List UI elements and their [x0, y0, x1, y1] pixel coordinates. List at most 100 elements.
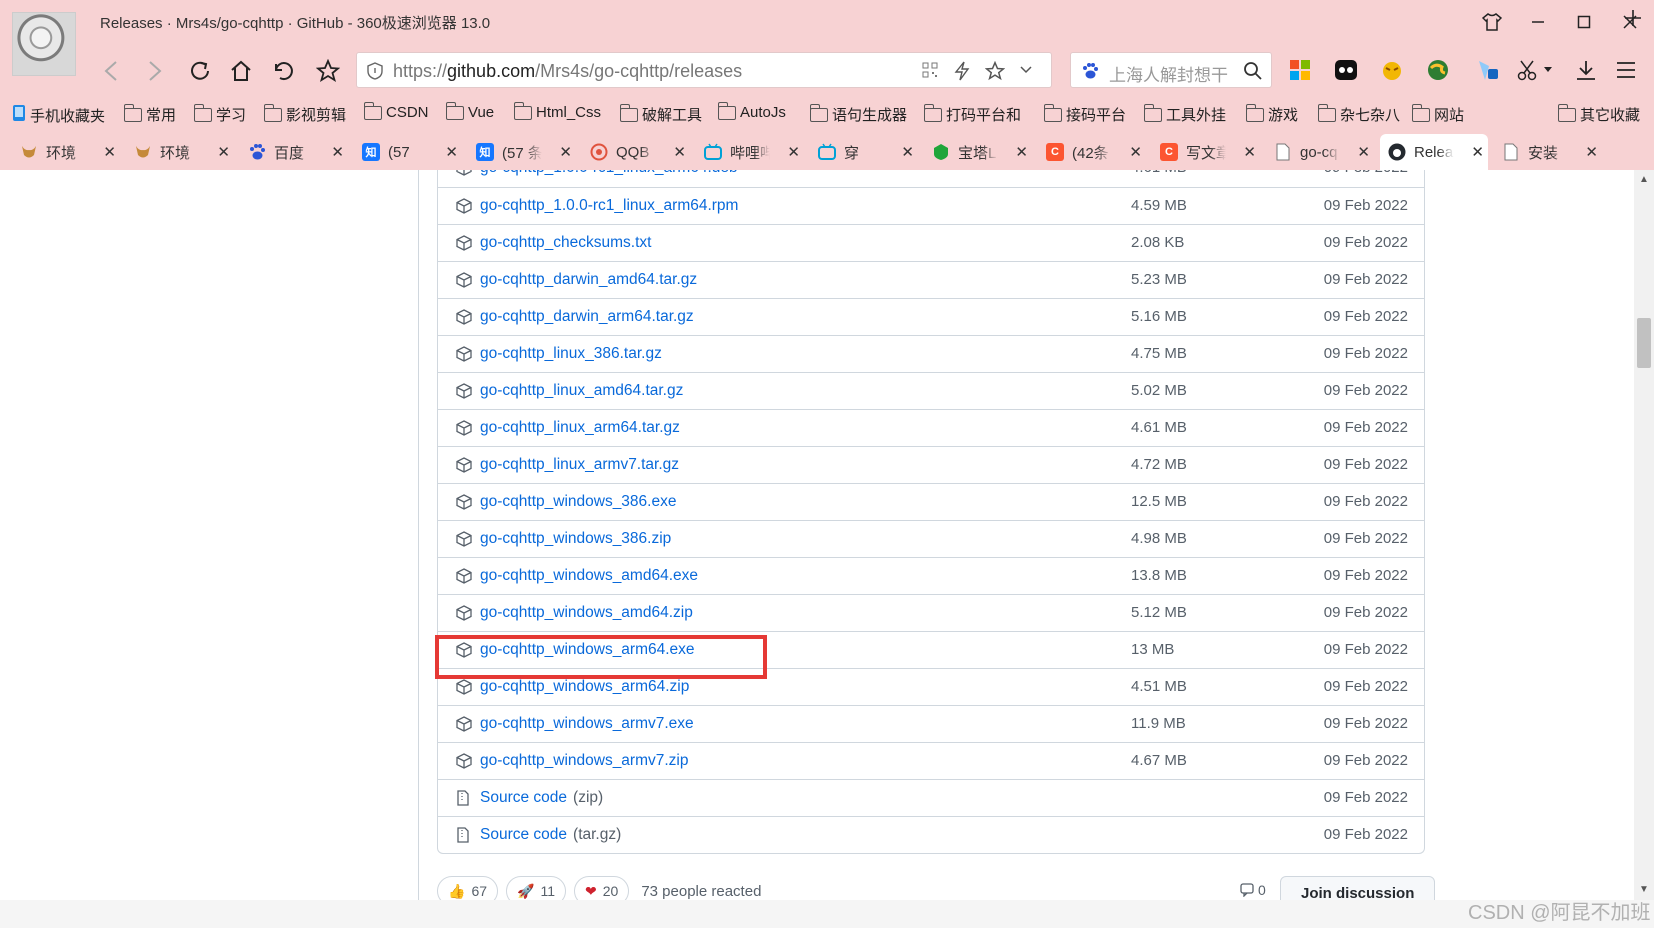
- asset-download-link[interactable]: go-cqhttp_windows_armv7.exe: [480, 715, 694, 733]
- close-tab-icon[interactable]: ✕: [1471, 143, 1484, 161]
- bookmark-item[interactable]: Html_Css: [513, 101, 601, 121]
- panda-extension-icon[interactable]: [1332, 56, 1360, 84]
- close-tab-icon[interactable]: ✕: [559, 143, 572, 161]
- asset-download-link[interactable]: go-cqhttp_linux_386.tar.gz: [480, 345, 662, 363]
- download-icon[interactable]: [1572, 56, 1600, 84]
- bookmark-item[interactable]: 网站: [1411, 103, 1464, 125]
- asset-download-link[interactable]: go-cqhttp_windows_arm64.zip: [480, 678, 689, 696]
- reaction-thumbs-up[interactable]: 👍 67: [437, 876, 499, 900]
- bookmark-item[interactable]: 其它收藏: [1557, 103, 1640, 125]
- bookmark-item[interactable]: 工具外挂: [1143, 103, 1226, 125]
- tab-3[interactable]: 知 (57 ✕: [354, 134, 462, 170]
- tab-12[interactable]: Relea ✕: [1380, 134, 1488, 170]
- tab-6[interactable]: 哔哩哔 ✕: [696, 134, 804, 170]
- bookmark-item[interactable]: 影视剪辑: [263, 103, 346, 125]
- new-tab-button[interactable]: [1618, 0, 1648, 36]
- skin-icon[interactable]: [1478, 10, 1506, 34]
- forward-icon[interactable]: [140, 56, 170, 86]
- asset-download-link[interactable]: go-cqhttp_windows_386.exe: [480, 493, 676, 511]
- tab-8[interactable]: 宝塔L ✕: [924, 134, 1032, 170]
- bookmark-item[interactable]: 学习: [193, 103, 246, 125]
- close-tab-icon[interactable]: ✕: [1585, 143, 1598, 161]
- tab-1[interactable]: 环境 ✕: [126, 134, 234, 170]
- close-tab-icon[interactable]: ✕: [901, 143, 914, 161]
- reaction-heart[interactable]: ❤ 20: [574, 876, 630, 900]
- asset-download-link[interactable]: go-cqhttp_windows_amd64.exe: [480, 567, 698, 585]
- tab-7[interactable]: 穿 ✕: [810, 134, 918, 170]
- tab-4[interactable]: 知 (57 条 ✕: [468, 134, 576, 170]
- asset-download-link[interactable]: go-cqhttp_linux_amd64.tar.gz: [480, 382, 683, 400]
- bookmark-item[interactable]: CSDN: [363, 101, 429, 121]
- bookmark-item[interactable]: 接码平台: [1043, 103, 1126, 125]
- asset-download-link[interactable]: go-cqhttp_darwin_arm64.tar.gz: [480, 308, 694, 326]
- bookmark-item[interactable]: 语句生成器: [809, 103, 907, 125]
- tab-5[interactable]: QQB ✕: [582, 134, 690, 170]
- scroll-up-icon[interactable]: ▲: [1639, 174, 1649, 185]
- favorite-star-icon[interactable]: [984, 60, 1006, 84]
- tab-0[interactable]: 环境 ✕: [12, 134, 120, 170]
- bookmark-item[interactable]: 打码平台和: [923, 103, 1021, 125]
- tab-2[interactable]: 百度 ✕: [240, 134, 348, 170]
- tab-13[interactable]: 安装 ✕: [1494, 134, 1602, 170]
- close-tab-icon[interactable]: ✕: [445, 143, 458, 161]
- asset-download-link[interactable]: go-cqhttp_windows_386.zip: [480, 530, 671, 548]
- asset-download-link[interactable]: go-cqhttp_windows_armv7.zip: [480, 752, 689, 770]
- user-avatar[interactable]: [12, 12, 76, 76]
- scroll-down-icon[interactable]: ▼: [1639, 884, 1649, 895]
- reaction-rocket[interactable]: 🚀 11: [506, 876, 566, 900]
- join-discussion-button[interactable]: Join discussion: [1280, 876, 1436, 900]
- close-tab-icon[interactable]: ✕: [331, 143, 344, 161]
- close-tab-icon[interactable]: ✕: [1129, 143, 1142, 161]
- bookmark-item[interactable]: Vue: [445, 101, 494, 121]
- undo-close-icon[interactable]: [269, 56, 299, 86]
- chevron-down-icon[interactable]: [1019, 61, 1033, 82]
- bookmark-item[interactable]: 杂七杂八: [1317, 103, 1400, 125]
- asset-download-link[interactable]: Source code (zip): [480, 789, 603, 807]
- close-tab-icon[interactable]: ✕: [1243, 143, 1256, 161]
- scrollbar-thumb[interactable]: [1637, 318, 1651, 368]
- menu-icon[interactable]: [1612, 56, 1640, 84]
- minimize-icon[interactable]: [1524, 10, 1552, 34]
- tiger-extension-icon[interactable]: [1378, 56, 1406, 84]
- asset-download-link[interactable]: go-cqhttp_darwin_amd64.tar.gz: [480, 271, 697, 289]
- qr-code-icon[interactable]: [921, 61, 939, 82]
- url-text[interactable]: https://github.com/Mrs4s/go-cqhttp/relea…: [393, 61, 742, 82]
- asset-download-link[interactable]: go-cqhttp_1.0.0-rc1_linux_arm64.deb: [480, 170, 738, 177]
- close-tab-icon[interactable]: ✕: [1357, 143, 1370, 161]
- tab-9[interactable]: C (42条 ✕: [1038, 134, 1146, 170]
- bookmark-item[interactable]: 破解工具: [619, 103, 702, 125]
- apps-grid-icon[interactable]: [1286, 56, 1314, 84]
- scrollbar-track[interactable]: [1634, 170, 1654, 900]
- tab-10[interactable]: C 写文章 ✕: [1152, 134, 1260, 170]
- bookmark-item[interactable]: 手机收藏夹: [12, 104, 105, 126]
- reload-icon[interactable]: [185, 56, 215, 86]
- close-tab-icon[interactable]: ✕: [1015, 143, 1028, 161]
- shield-icon[interactable]: [367, 62, 383, 83]
- asset-download-link[interactable]: go-cqhttp_linux_armv7.tar.gz: [480, 456, 679, 474]
- back-icon[interactable]: [96, 56, 126, 86]
- asset-download-link[interactable]: go-cqhttp_windows_amd64.zip: [480, 604, 693, 622]
- asset-download-link[interactable]: go-cqhttp_linux_arm64.tar.gz: [480, 419, 680, 437]
- asset-download-link[interactable]: go-cqhttp_checksums.txt: [480, 234, 651, 252]
- search-icon[interactable]: [1243, 61, 1263, 84]
- maximize-icon[interactable]: [1570, 10, 1598, 34]
- asset-download-link[interactable]: Source code (tar.gz): [480, 826, 621, 844]
- tab-11[interactable]: go-cq ✕: [1266, 134, 1374, 170]
- caret-down-icon[interactable]: [1540, 56, 1556, 84]
- globe-extension-icon[interactable]: [1424, 56, 1452, 84]
- lightning-icon[interactable]: [953, 61, 971, 84]
- asset-download-link[interactable]: go-cqhttp_1.0.0-rc1_linux_arm64.rpm: [480, 197, 738, 215]
- close-tab-icon[interactable]: ✕: [787, 143, 800, 161]
- address-bar[interactable]: https://github.com/Mrs4s/go-cqhttp/relea…: [356, 52, 1052, 88]
- close-tab-icon[interactable]: ✕: [103, 143, 116, 161]
- scissors-icon[interactable]: [1514, 56, 1542, 84]
- bookmark-item[interactable]: 游戏: [1245, 103, 1298, 125]
- close-tab-icon[interactable]: ✕: [673, 143, 686, 161]
- bookmark-star-icon[interactable]: [313, 56, 343, 86]
- home-icon[interactable]: [226, 56, 256, 86]
- bookmark-item[interactable]: AutoJs: [717, 101, 786, 121]
- bookmark-item[interactable]: 常用: [123, 103, 176, 125]
- search-placeholder[interactable]: 上海人解封想干: [1109, 61, 1241, 86]
- close-tab-icon[interactable]: ✕: [217, 143, 230, 161]
- comment-count[interactable]: 0: [1240, 882, 1266, 898]
